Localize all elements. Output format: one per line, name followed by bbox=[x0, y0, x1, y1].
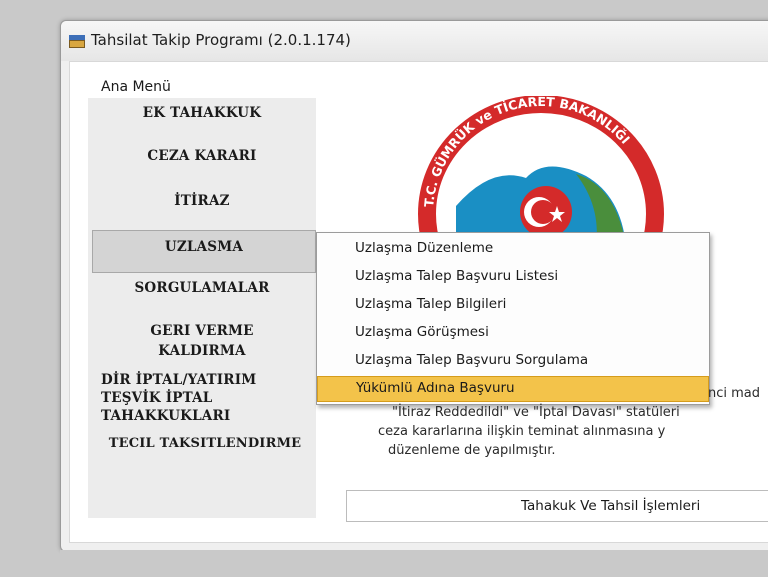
menu-uzlasma[interactable]: UZLASMA bbox=[92, 230, 316, 273]
info-line-2: "İtiraz Reddedildi" ve "İptal Davası" st… bbox=[392, 405, 680, 420]
ministry-logo: T.C. GÜMRÜK ve TİCARET BAKANLIĞI bbox=[418, 96, 664, 246]
menu-tesvik-iptal[interactable]: TEŞVİK İPTAL bbox=[101, 390, 301, 408]
main-menu-caption: Ana Menü bbox=[101, 79, 171, 95]
title-bar[interactable]: Tahsilat Takip Programı (2.0.1.174) bbox=[61, 21, 768, 61]
menu-tecil-taksitlendirme[interactable]: TECIL TAKSITLENDIRME bbox=[95, 436, 315, 456]
menu-tahakkuklari[interactable]: TAHAKKUKLARI bbox=[101, 408, 301, 426]
menu-dir-iptal-yatirim[interactable]: DİR İPTAL/YATIRIM bbox=[101, 372, 301, 390]
dropdown-item-uzlasma-duzenleme[interactable]: Uzlaşma Düzenleme bbox=[355, 240, 493, 256]
window-title: Tahsilat Takip Programı (2.0.1.174) bbox=[91, 31, 351, 49]
info-line-4: düzenleme de yapılmıştır. bbox=[388, 443, 556, 458]
bottom-strip bbox=[60, 550, 768, 577]
menu-geri-verme[interactable]: GERI VERME bbox=[95, 323, 309, 343]
dropdown-item-talep-basvuru-listesi[interactable]: Uzlaşma Talep Başvuru Listesi bbox=[355, 268, 558, 284]
menu-sorgulamalar[interactable]: SORGULAMALAR bbox=[95, 280, 309, 302]
info-line-1: nci mad bbox=[708, 386, 761, 401]
menu-ek-tahakkuk[interactable]: EK TAHAKKUK bbox=[95, 105, 309, 127]
uzlasma-dropdown-menu: Uzlaşma Düzenleme Uzlaşma Talep Başvuru … bbox=[316, 232, 710, 405]
dropdown-item-talep-basvuru-sorgulama[interactable]: Uzlaşma Talep Başvuru Sorgulama bbox=[355, 352, 588, 368]
dropdown-item-label: Yükümlü Adına Başvuru bbox=[356, 380, 515, 396]
dropdown-item-uzlasma-gorusmesi[interactable]: Uzlaşma Görüşmesi bbox=[355, 324, 489, 340]
dropdown-item-yukumlu-adina-basvuru[interactable]: Yükümlü Adına Başvuru bbox=[317, 376, 709, 402]
tahakkuk-tahsil-button-label: Tahakuk Ve Tahsil İşlemleri bbox=[521, 498, 701, 514]
info-line-3: ceza kararlarına ilişkin teminat alınmas… bbox=[378, 424, 666, 439]
app-icon bbox=[69, 35, 85, 48]
menu-kaldirma[interactable]: KALDIRMA bbox=[95, 343, 309, 363]
menu-ceza-karari[interactable]: CEZA KARARI bbox=[95, 148, 309, 170]
dropdown-item-talep-bilgileri[interactable]: Uzlaşma Talep Bilgileri bbox=[355, 296, 506, 312]
menu-itiraz[interactable]: İTİRAZ bbox=[95, 193, 309, 215]
tahakkuk-tahsil-button[interactable]: Tahakuk Ve Tahsil İşlemleri bbox=[346, 490, 768, 522]
